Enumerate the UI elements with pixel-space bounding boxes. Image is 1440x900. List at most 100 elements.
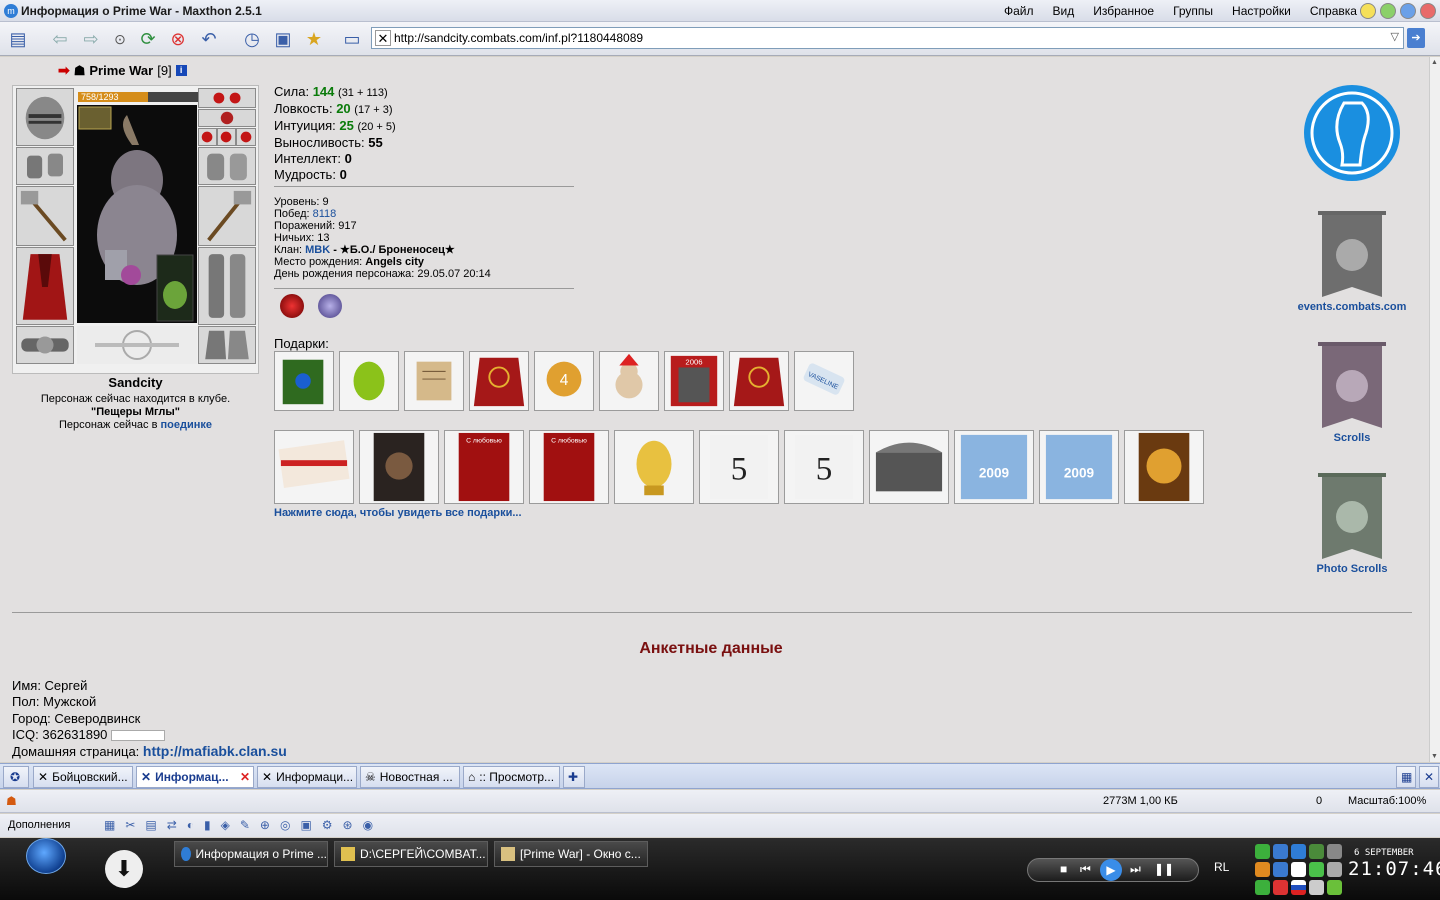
gift-vaseline[interactable]: VASELINE bbox=[794, 351, 854, 411]
menu-groups[interactable]: Группы bbox=[1173, 4, 1213, 18]
combats-logo[interactable] bbox=[1290, 83, 1414, 183]
gift-coin[interactable]: 4 bbox=[534, 351, 594, 411]
favorites-icon[interactable]: ★ bbox=[302, 27, 326, 51]
gift-golden-poster[interactable] bbox=[1124, 430, 1204, 504]
scrolls-link[interactable]: Scrolls bbox=[1290, 338, 1414, 444]
download-icon[interactable]: ⬇ bbox=[105, 850, 143, 888]
belt-slot[interactable] bbox=[16, 326, 74, 364]
wins-value[interactable]: 8118 bbox=[313, 208, 337, 220]
photo-scrolls-label[interactable]: Photo Scrolls bbox=[1290, 563, 1414, 575]
address-bar[interactable]: ✕ http://sandcity.combats.com/inf.pl?118… bbox=[371, 27, 1404, 49]
scrolls-label[interactable]: Scrolls bbox=[1290, 432, 1414, 444]
forward-icon[interactable]: ⇨ bbox=[79, 27, 103, 51]
flag-icon[interactable] bbox=[1291, 880, 1306, 895]
helmet-slot[interactable] bbox=[16, 88, 74, 146]
taskbar-item-2[interactable]: D:\СЕРГЕЙ\COMBAT... bbox=[334, 841, 488, 867]
gift-cloak[interactable] bbox=[469, 351, 529, 411]
vertical-scrollbar[interactable]: ▲ ▼ bbox=[1429, 57, 1440, 762]
restore-icon[interactable] bbox=[1380, 3, 1396, 19]
amulet-slot[interactable] bbox=[198, 109, 256, 127]
taskbar-item-1[interactable]: Информация о Prime ... bbox=[174, 841, 328, 867]
events-link[interactable]: events.combats.com bbox=[1290, 207, 1414, 313]
pause-icon[interactable]: ❚❚ bbox=[1154, 862, 1174, 876]
save-icon[interactable]: ▣ bbox=[271, 27, 295, 51]
tray-icon[interactable] bbox=[1327, 880, 1342, 895]
gift-love-card-2[interactable]: С любовью bbox=[529, 430, 609, 504]
earrings-slot[interactable] bbox=[198, 88, 256, 108]
media-player-controls[interactable]: ■ ⏮ ▶ ⏭ ❚❚ bbox=[1027, 858, 1199, 882]
plugins-label[interactable]: Дополнения bbox=[8, 819, 70, 831]
gift-2006-poster[interactable]: 2006 bbox=[664, 351, 724, 411]
stop-icon[interactable]: ⊗ bbox=[166, 27, 190, 51]
clan-link[interactable]: MBK bbox=[305, 244, 330, 256]
boots-slot[interactable] bbox=[198, 326, 256, 364]
character-avatar[interactable] bbox=[77, 105, 197, 323]
tray-icon[interactable] bbox=[1309, 844, 1324, 859]
tray-icon[interactable] bbox=[1273, 862, 1288, 877]
homepage-link[interactable]: http://mafiabk.clan.su bbox=[143, 743, 287, 759]
tray-icon[interactable] bbox=[1291, 862, 1306, 877]
close-all-icon[interactable]: ✕ bbox=[1419, 766, 1439, 788]
menu-favorites[interactable]: Избранное bbox=[1093, 4, 1154, 18]
history-dropdown-icon[interactable]: ⊙ bbox=[108, 27, 132, 51]
tray-icon[interactable] bbox=[1255, 880, 1270, 895]
tray-icon[interactable] bbox=[1291, 844, 1306, 859]
fight-link[interactable]: поединке bbox=[161, 419, 213, 431]
ring2-slot[interactable] bbox=[217, 128, 236, 146]
page-icon[interactable]: ▭ bbox=[340, 27, 364, 51]
all-gifts-link[interactable]: Нажмите сюда, чтобы увидеть все подарки.… bbox=[274, 507, 522, 519]
scroll-up-icon[interactable]: ▲ bbox=[1431, 59, 1438, 66]
gift-card[interactable] bbox=[274, 430, 354, 504]
gift-scroll[interactable] bbox=[404, 351, 464, 411]
gift-2009-card-1[interactable]: 2009 bbox=[954, 430, 1034, 504]
blood-effect-icon[interactable] bbox=[280, 294, 304, 318]
tray-icon[interactable] bbox=[1309, 862, 1324, 877]
tab-2[interactable]: ✕ Информац... ✕ bbox=[136, 766, 254, 788]
ring3-slot[interactable] bbox=[236, 128, 256, 146]
taskbar-item-3[interactable]: [Prime War] - Окно с... bbox=[494, 841, 648, 867]
tray-icon[interactable] bbox=[1327, 844, 1342, 859]
tab-4[interactable]: ☠ Новостная ... bbox=[360, 766, 460, 788]
bracers-slot[interactable] bbox=[16, 147, 74, 185]
start-button[interactable] bbox=[26, 838, 66, 874]
plugin-icons[interactable]: ▦✂▤⇄◐▮◈✎⊕◎▣⚙⊛◉ bbox=[104, 818, 383, 832]
info-icon[interactable]: i bbox=[175, 65, 187, 76]
next-icon[interactable]: ⏭ bbox=[1130, 862, 1141, 877]
new-tab-icon[interactable]: ✚ bbox=[563, 766, 585, 788]
gift-book[interactable] bbox=[274, 351, 334, 411]
tab-menu-icon[interactable]: ✪ bbox=[3, 766, 29, 788]
arrow-icon[interactable]: ➡ bbox=[58, 62, 70, 79]
zoom-level[interactable]: Масштаб:100% bbox=[1348, 795, 1426, 807]
tray-icon[interactable] bbox=[1255, 844, 1270, 859]
gift-dark-poster[interactable] bbox=[359, 430, 439, 504]
weapon-right-slot[interactable] bbox=[198, 186, 256, 246]
gift-cloak-2[interactable] bbox=[729, 351, 789, 411]
chevron-down-icon[interactable]: ▽ bbox=[1391, 30, 1399, 43]
go-button[interactable]: ➔ bbox=[1407, 28, 1425, 48]
volume-icon[interactable] bbox=[1309, 880, 1324, 895]
tab-1[interactable]: ✕ Бойцовский... bbox=[33, 766, 133, 788]
tab-5[interactable]: ⌂:: Просмотр... bbox=[463, 766, 560, 788]
weapon-left-slot[interactable] bbox=[16, 186, 74, 246]
new-tab-icon[interactable]: ▤ bbox=[6, 27, 30, 51]
cloak-slot[interactable] bbox=[16, 247, 74, 325]
shield-effect-icon[interactable] bbox=[318, 294, 342, 318]
close-icon[interactable] bbox=[1420, 3, 1436, 19]
menu-help[interactable]: Справка bbox=[1310, 4, 1357, 18]
tray-icon[interactable] bbox=[1273, 844, 1288, 859]
gift-golden-egg[interactable] bbox=[614, 430, 694, 504]
menu-file[interactable]: Файл bbox=[1004, 4, 1034, 18]
feed-icon[interactable]: ☗ bbox=[6, 794, 17, 808]
tile-tabs-icon[interactable]: ▦ bbox=[1396, 766, 1416, 788]
menu-settings[interactable]: Настройки bbox=[1232, 4, 1291, 18]
ring1-slot[interactable] bbox=[198, 128, 217, 146]
gloves-slot[interactable] bbox=[198, 147, 256, 185]
stop-media-icon[interactable]: ■ bbox=[1060, 862, 1067, 876]
minimize-icon[interactable] bbox=[1360, 3, 1376, 19]
refresh-icon[interactable]: ⟳ bbox=[136, 27, 160, 51]
menu-view[interactable]: Вид bbox=[1053, 4, 1075, 18]
maximize-icon[interactable] bbox=[1400, 3, 1416, 19]
previous-icon[interactable]: ⏮ bbox=[1080, 862, 1091, 877]
tab-3[interactable]: ✕ Информаци... bbox=[257, 766, 357, 788]
undo-close-icon[interactable]: ↶ bbox=[197, 27, 221, 51]
